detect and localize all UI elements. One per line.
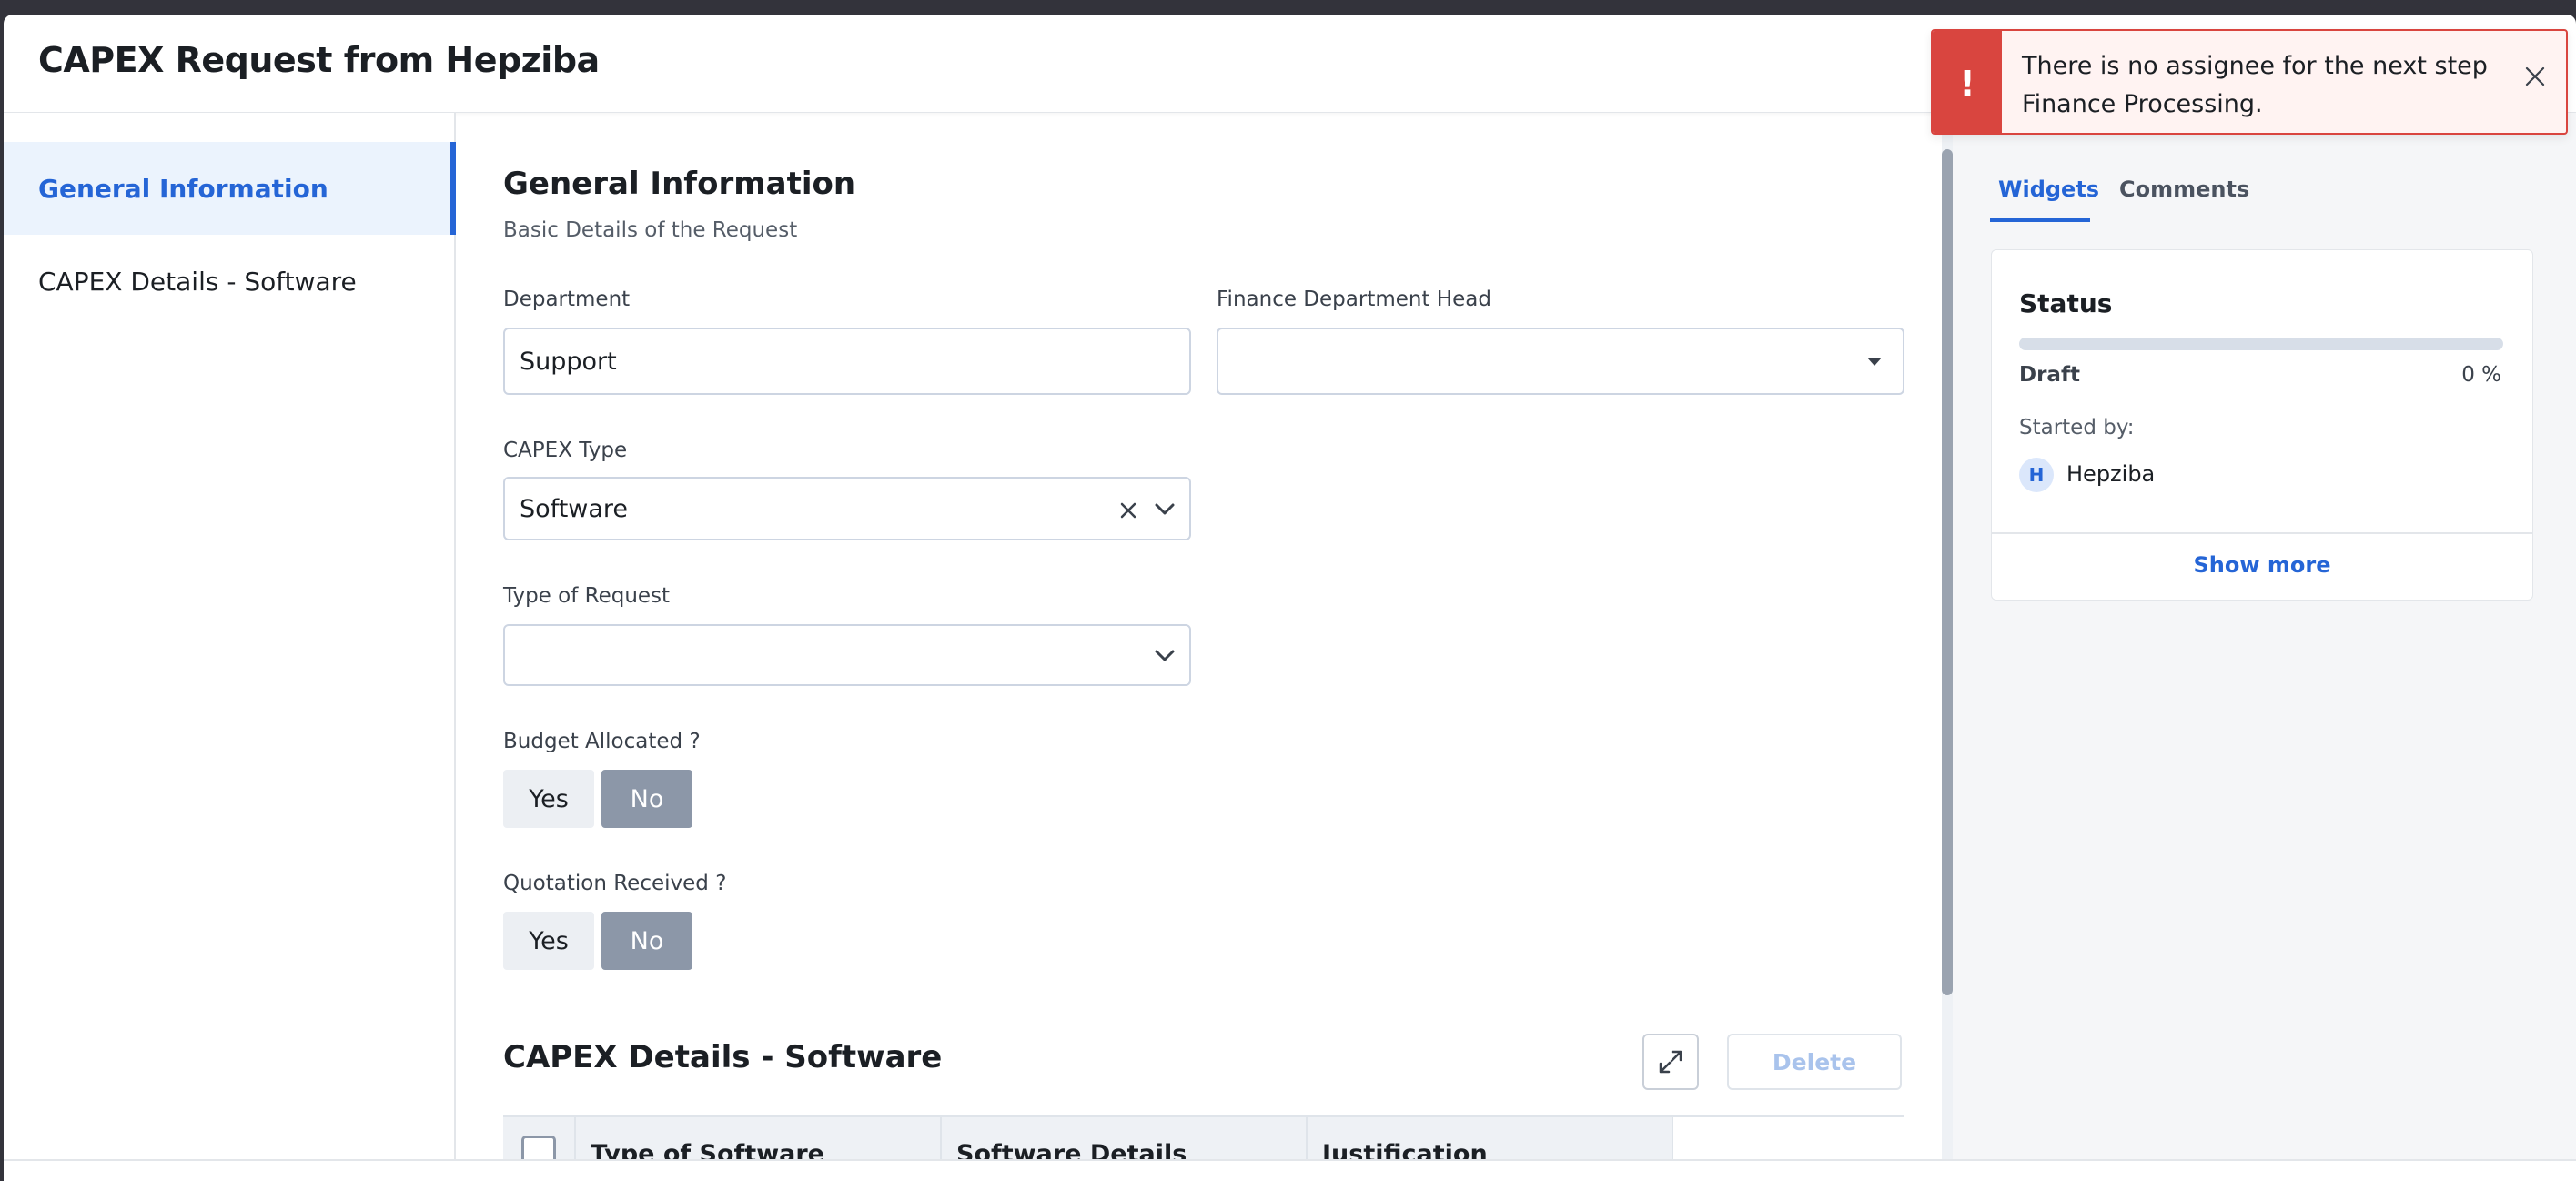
capex-type-label: CAPEX Type (503, 439, 628, 462)
status-state: Draft (2019, 363, 2080, 387)
form-scrollbar[interactable] (1942, 113, 1953, 1181)
started-by-name: Hepziba (2066, 461, 2156, 487)
quotation-received-yes-button[interactable]: Yes (503, 912, 594, 970)
modal-footer (4, 1159, 2576, 1181)
quotation-received-label: Quotation Received ? (503, 872, 727, 895)
right-panel: Widgets Comments Status Draft 0 % Starte… (1953, 113, 2576, 1181)
status-percent: 0 % (2461, 363, 2501, 387)
delete-button[interactable]: Delete (1727, 1034, 1902, 1090)
status-progress-bar (2019, 338, 2503, 350)
quotation-received-no-button[interactable]: No (601, 912, 692, 970)
finance-department-head-label: Finance Department Head (1217, 288, 1491, 311)
section-subtitle: Basic Details of the Request (503, 218, 798, 242)
section-title-capex-details: CAPEX Details - Software (503, 1039, 943, 1075)
card-divider (1992, 532, 2532, 534)
toast-message: There is no assignee for the next step F… (2022, 52, 2488, 118)
caret-down-icon (1867, 358, 1882, 366)
expand-icon (1659, 1050, 1682, 1074)
budget-allocated-label: Budget Allocated ? (503, 730, 701, 753)
page-title: CAPEX Request from Hepziba (38, 40, 600, 80)
close-icon[interactable] (2524, 66, 2546, 87)
section-nav: General Information CAPEX Details - Soft… (4, 113, 456, 1181)
capex-type-value: Software (520, 494, 629, 523)
tab-widgets[interactable]: Widgets (1998, 177, 2099, 202)
show-more-link[interactable]: Show more (1992, 552, 2532, 578)
active-tab-indicator (1990, 218, 2090, 222)
clear-icon[interactable] (1120, 502, 1136, 519)
nav-item-general-information[interactable]: General Information (4, 142, 456, 235)
status-widget: Status Draft 0 % Started by: H Hepziba S… (1991, 249, 2533, 601)
department-input[interactable] (503, 328, 1191, 395)
error-toast: ! There is no assignee for the next step… (1931, 29, 2568, 135)
form-area: General Information Basic Details of the… (458, 113, 1950, 1181)
error-icon: ! (1933, 31, 2002, 133)
nav-item-label: CAPEX Details - Software (38, 266, 357, 297)
started-by-label: Started by: (2019, 416, 2135, 439)
budget-allocated-no-button[interactable]: No (601, 770, 692, 828)
expand-button[interactable] (1642, 1034, 1699, 1090)
error-icon-glyph: ! (1959, 64, 1975, 104)
type-of-request-select[interactable] (503, 624, 1191, 686)
budget-allocated-yes-button[interactable]: Yes (503, 770, 594, 828)
scrollbar-thumb[interactable] (1942, 149, 1953, 995)
nav-item-capex-details-software[interactable]: CAPEX Details - Software (4, 235, 456, 328)
section-title-general-information: General Information (503, 166, 856, 202)
status-title: Status (2019, 288, 2113, 318)
chevron-down-icon (1155, 503, 1175, 515)
capex-request-modal: CAPEX Request from Hepziba General Infor… (4, 15, 2576, 1181)
nav-item-label: General Information (38, 173, 328, 204)
tab-comments[interactable]: Comments (2119, 177, 2249, 202)
chevron-down-icon (1155, 650, 1175, 661)
avatar: H (2019, 458, 2054, 492)
capex-type-select[interactable]: Software (503, 477, 1191, 540)
finance-department-head-select[interactable] (1217, 328, 1904, 395)
department-label: Department (503, 288, 631, 311)
type-of-request-label: Type of Request (503, 584, 671, 608)
